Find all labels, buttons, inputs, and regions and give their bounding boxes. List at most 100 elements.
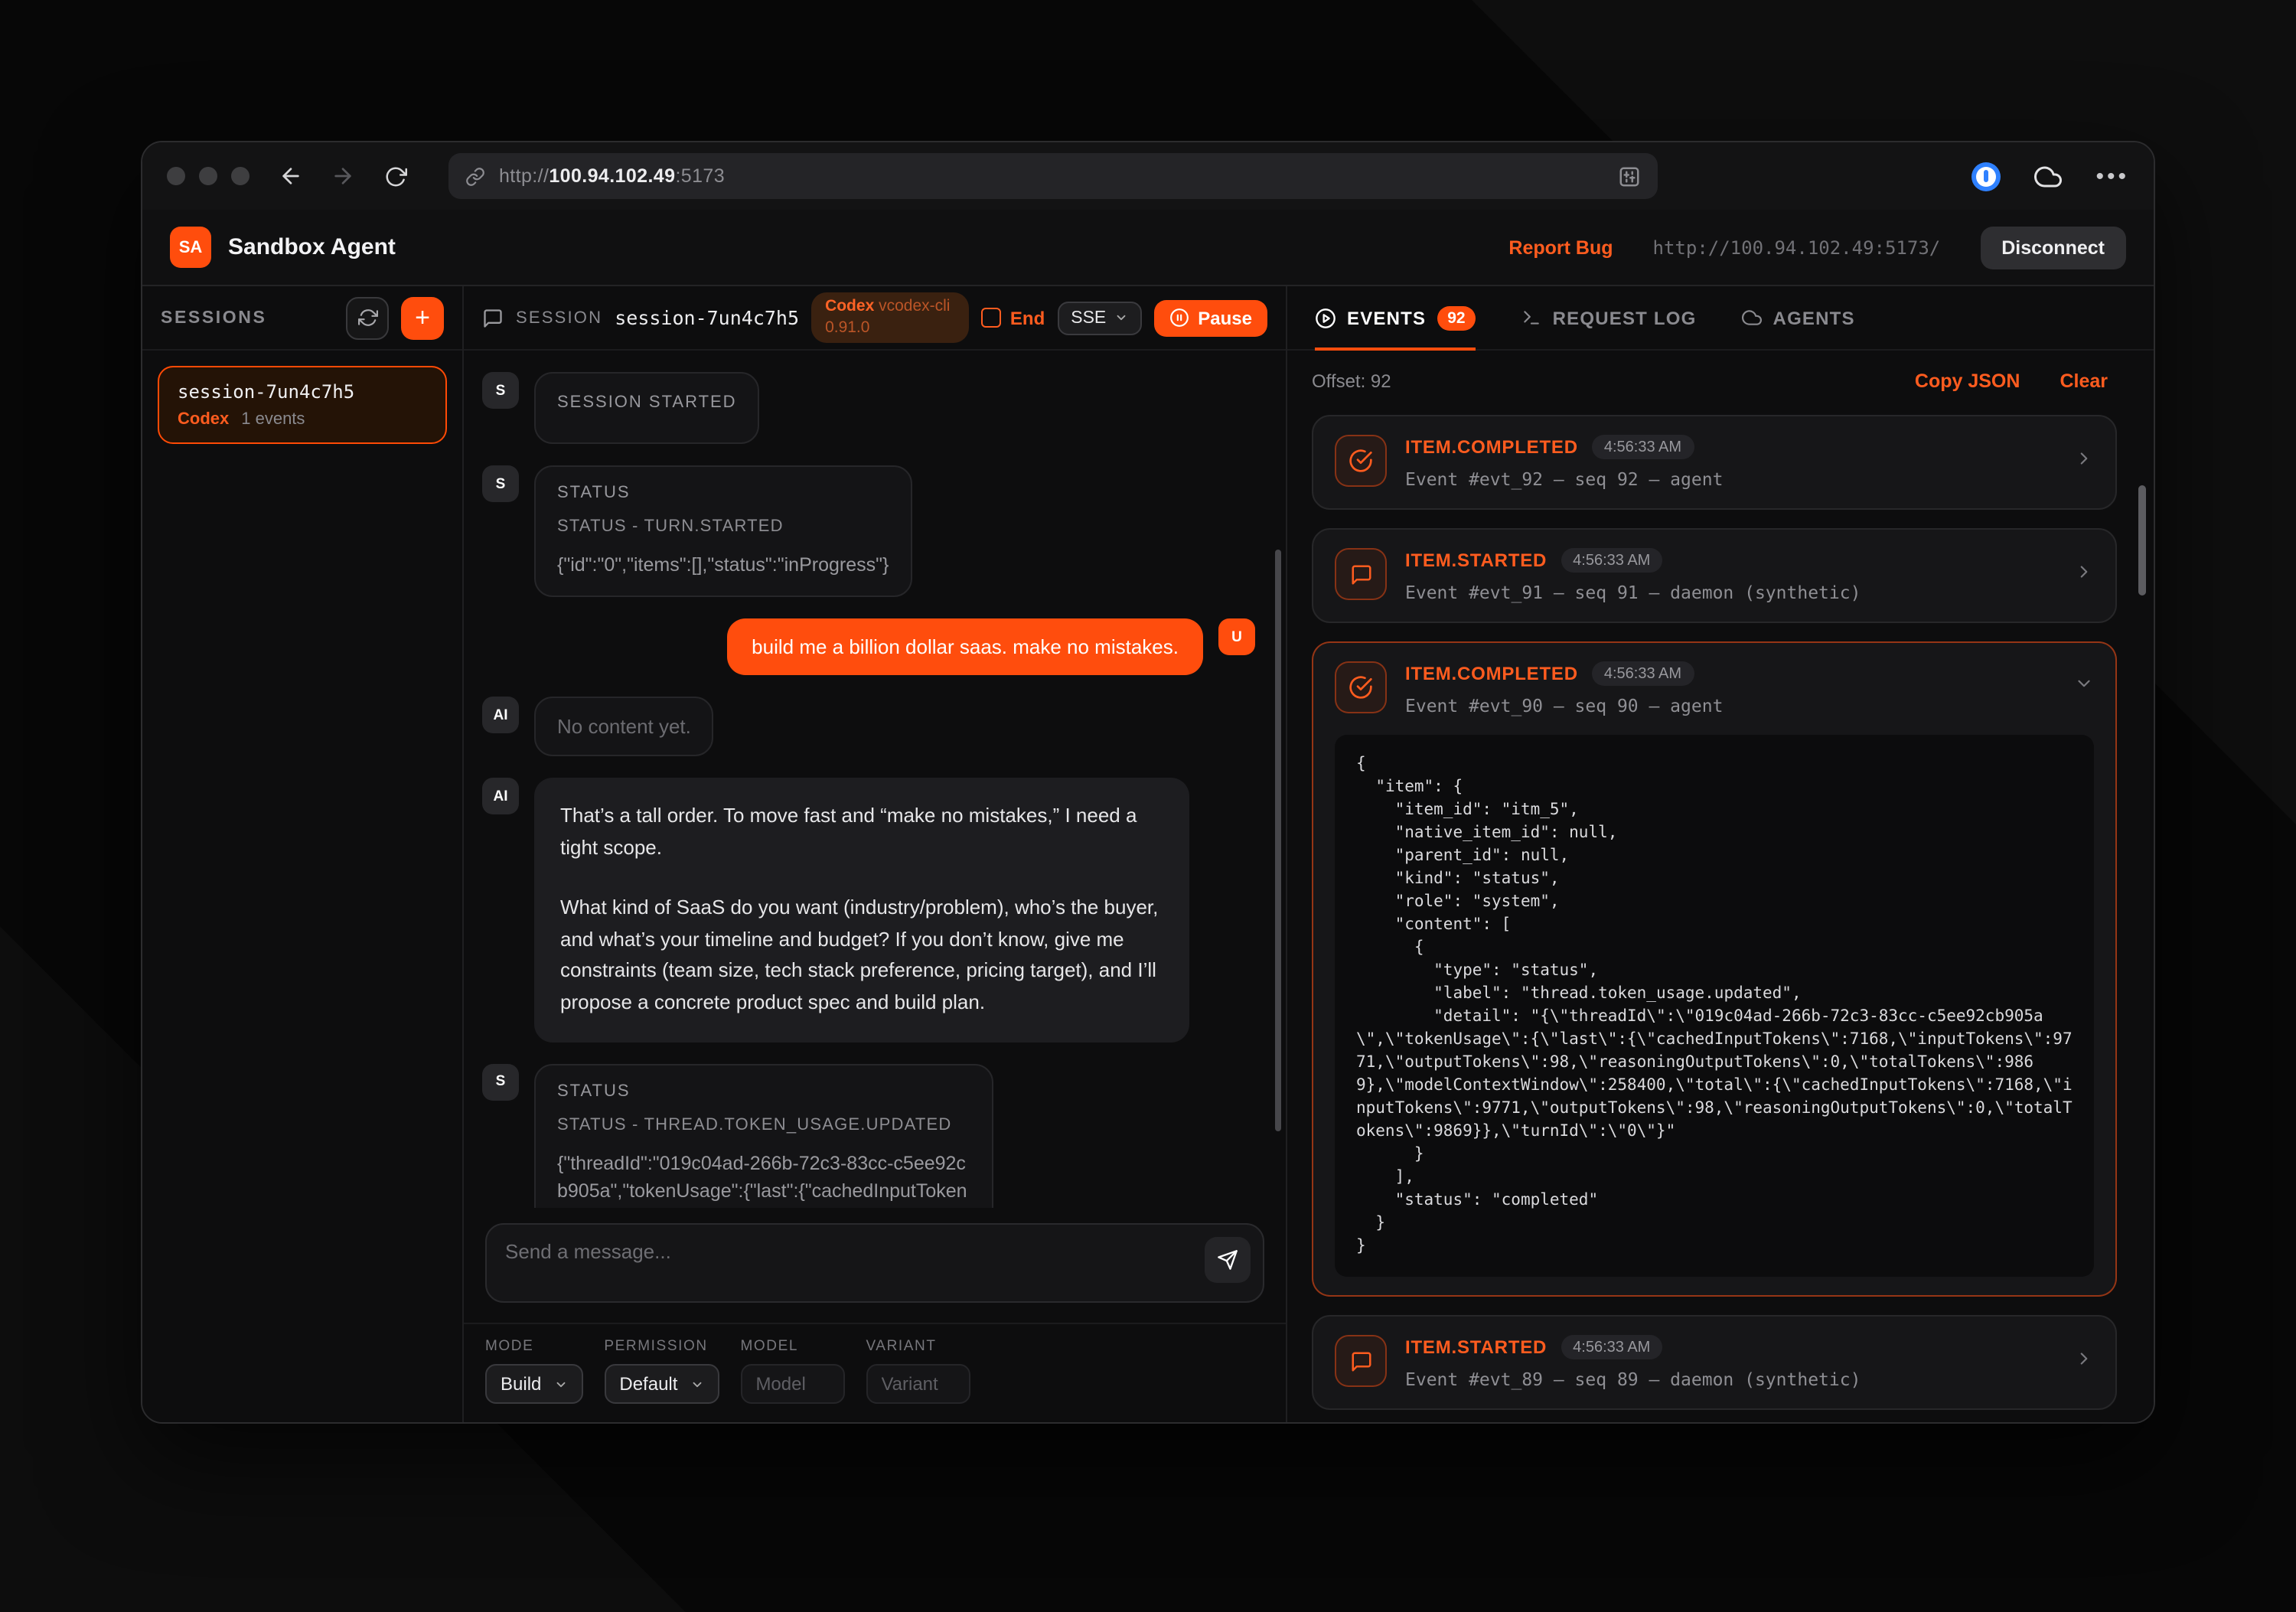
active-tab-indicator — [1315, 347, 1476, 351]
send-button[interactable] — [1205, 1237, 1251, 1283]
variant-label: VARIANT — [866, 1338, 970, 1355]
message-square-icon — [1335, 1335, 1387, 1387]
system-message: S STATUS STATUS - THREAD.TOKEN_USAGE.UPD… — [482, 1064, 1255, 1208]
pause-button[interactable]: Pause — [1153, 299, 1267, 336]
permission-label: PERMISSION — [604, 1338, 719, 1355]
report-bug-link[interactable]: Report Bug — [1508, 237, 1613, 258]
panel-tabs: EVENTS 92 REQUEST LOG AGENTS — [1287, 286, 2154, 351]
refresh-sessions-button[interactable] — [346, 296, 389, 339]
address-bar[interactable]: http://100.94.102.49:5173 — [448, 153, 1658, 199]
zoom-window-button[interactable] — [231, 167, 249, 185]
reader-settings-icon[interactable] — [1615, 162, 1642, 190]
app-title: Sandbox Agent — [228, 234, 396, 260]
event-meta: Event #evt_91 — seq 91 — daemon (synthet… — [1405, 582, 2056, 603]
permission-select[interactable]: Default — [604, 1364, 719, 1404]
status-subtitle: STATUS - TURN.STARTED — [557, 517, 889, 536]
events-list[interactable]: ITEM.COMPLETED 4:56:33 AM Event #evt_92 … — [1287, 412, 2154, 1422]
ai-empty-text: No content yet. — [534, 697, 714, 756]
ai-message: AI That’s a tall order. To move fast and… — [482, 778, 1255, 1043]
end-toggle[interactable]: End — [981, 307, 1045, 328]
forward-button[interactable] — [329, 162, 357, 190]
ai-reply-paragraph: What kind of SaaS do you want (industry/… — [560, 892, 1163, 1019]
browser-extensions: ••• — [1971, 162, 2129, 191]
variant-input[interactable] — [866, 1364, 970, 1404]
transport-select[interactable]: SSE — [1057, 301, 1141, 334]
new-session-button[interactable]: + — [401, 296, 444, 339]
tab-request-log-label: REQUEST LOG — [1553, 307, 1697, 328]
system-avatar: S — [482, 372, 519, 409]
composer — [464, 1208, 1286, 1323]
offset-label: Offset: 92 — [1312, 370, 1391, 392]
onepassword-icon[interactable] — [1971, 162, 2001, 191]
event-json-payload: { "item": { "item_id": "itm_5", "native_… — [1335, 735, 2094, 1277]
message-list[interactable]: S SESSION STARTED S STATUS STATUS - TURN… — [464, 351, 1286, 1208]
system-message: S SESSION STARTED — [482, 372, 1255, 444]
message-square-icon — [1335, 548, 1387, 600]
clear-button[interactable]: Clear — [2060, 370, 2108, 392]
check-circle-icon — [1335, 661, 1387, 713]
status-title: STATUS — [557, 1082, 970, 1101]
session-panel: SESSION session-7un4c7h5 Codex vcodex-cl… — [464, 286, 1287, 1422]
event-time: 4:56:33 AM — [1561, 548, 1662, 573]
event-card[interactable]: ITEM.STARTED 4:56:33 AM Event #evt_89 — … — [1312, 1315, 2117, 1410]
status-subtitle: STATUS - THREAD.TOKEN_USAGE.UPDATED — [557, 1116, 970, 1134]
ai-avatar: AI — [482, 778, 519, 814]
chat-scrollbar[interactable] — [1275, 550, 1281, 1131]
session-list-item[interactable]: session-7un4c7h5 Codex 1 events — [158, 366, 447, 444]
more-menu-icon[interactable]: ••• — [2095, 163, 2129, 189]
event-type: ITEM.STARTED — [1405, 550, 1547, 571]
session-agent-badge: Codex — [178, 410, 229, 429]
transport-value: SSE — [1071, 308, 1106, 327]
event-meta: Event #evt_90 — seq 90 — agent — [1405, 695, 2056, 716]
traffic-lights[interactable] — [167, 167, 249, 185]
close-window-button[interactable] — [167, 167, 185, 185]
refresh-button[interactable] — [381, 162, 409, 190]
session-header: SESSION session-7un4c7h5 Codex vcodex-cl… — [464, 286, 1286, 351]
ai-avatar: AI — [482, 697, 519, 733]
back-button[interactable] — [277, 162, 305, 190]
model-input[interactable] — [740, 1364, 844, 1404]
copy-json-button[interactable]: Copy JSON — [1915, 370, 2020, 392]
minimize-window-button[interactable] — [199, 167, 217, 185]
tab-request-log[interactable]: REQUEST LOG — [1522, 286, 1697, 349]
agent-name: Codex — [825, 297, 874, 315]
tab-events-label: EVENTS — [1347, 307, 1426, 328]
events-scrollbar[interactable] — [2138, 485, 2146, 596]
sessions-title: SESSIONS — [161, 308, 266, 327]
ai-message: AI No content yet. — [482, 697, 1255, 756]
status-title: STATUS — [557, 484, 889, 502]
chevron-right-icon[interactable] — [2074, 449, 2094, 476]
end-checkbox[interactable] — [981, 308, 1001, 328]
session-controls: MODE Build PERMISSION Default — [464, 1323, 1286, 1422]
browser-window: http://100.94.102.49:5173 ••• SA Sandbox… — [141, 141, 2155, 1424]
check-circle-icon — [1335, 435, 1387, 487]
disconnect-button[interactable]: Disconnect — [1980, 226, 2126, 269]
event-card-expanded[interactable]: ITEM.COMPLETED 4:56:33 AM Event #evt_90 … — [1312, 641, 2117, 1297]
mode-select[interactable]: Build — [485, 1364, 582, 1404]
user-avatar: U — [1218, 618, 1255, 655]
chevron-right-icon[interactable] — [2074, 1349, 2094, 1376]
link-icon — [464, 165, 487, 188]
chevron-down-icon[interactable] — [2074, 674, 2094, 701]
system-message: S STATUS STATUS - TURN.STARTED {"id":"0"… — [482, 465, 1255, 597]
event-meta: Event #evt_89 — seq 89 — daemon (synthet… — [1405, 1369, 2056, 1390]
event-card[interactable]: ITEM.STARTED 4:56:33 AM Event #evt_91 — … — [1312, 528, 2117, 623]
url-host: 100.94.102.49 — [549, 165, 675, 187]
app-header: SA Sandbox Agent Report Bug http://100.9… — [142, 210, 2154, 286]
chevron-right-icon[interactable] — [2074, 562, 2094, 589]
tab-agents[interactable]: AGENTS — [1743, 286, 1855, 349]
main-layout: SESSIONS + session-7un4c7h5 Codex 1 even… — [142, 286, 2154, 1422]
session-id: session-7un4c7h5 — [615, 306, 799, 329]
ai-reply-paragraph: That’s a tall order. To move fast and “m… — [560, 801, 1163, 864]
terminal-icon — [1522, 308, 1542, 328]
cloud-icon[interactable] — [2034, 162, 2062, 190]
session-event-count: 1 events — [241, 410, 305, 429]
chevron-down-icon — [1114, 311, 1127, 325]
model-label: MODEL — [740, 1338, 844, 1355]
tab-events[interactable]: EVENTS 92 — [1315, 286, 1476, 349]
app-logo: SA — [170, 227, 211, 268]
event-card[interactable]: ITEM.COMPLETED 4:56:33 AM Event #evt_92 … — [1312, 415, 2117, 510]
mode-value: Build — [501, 1373, 541, 1395]
message-input[interactable] — [485, 1223, 1264, 1303]
session-name: session-7un4c7h5 — [178, 381, 427, 403]
